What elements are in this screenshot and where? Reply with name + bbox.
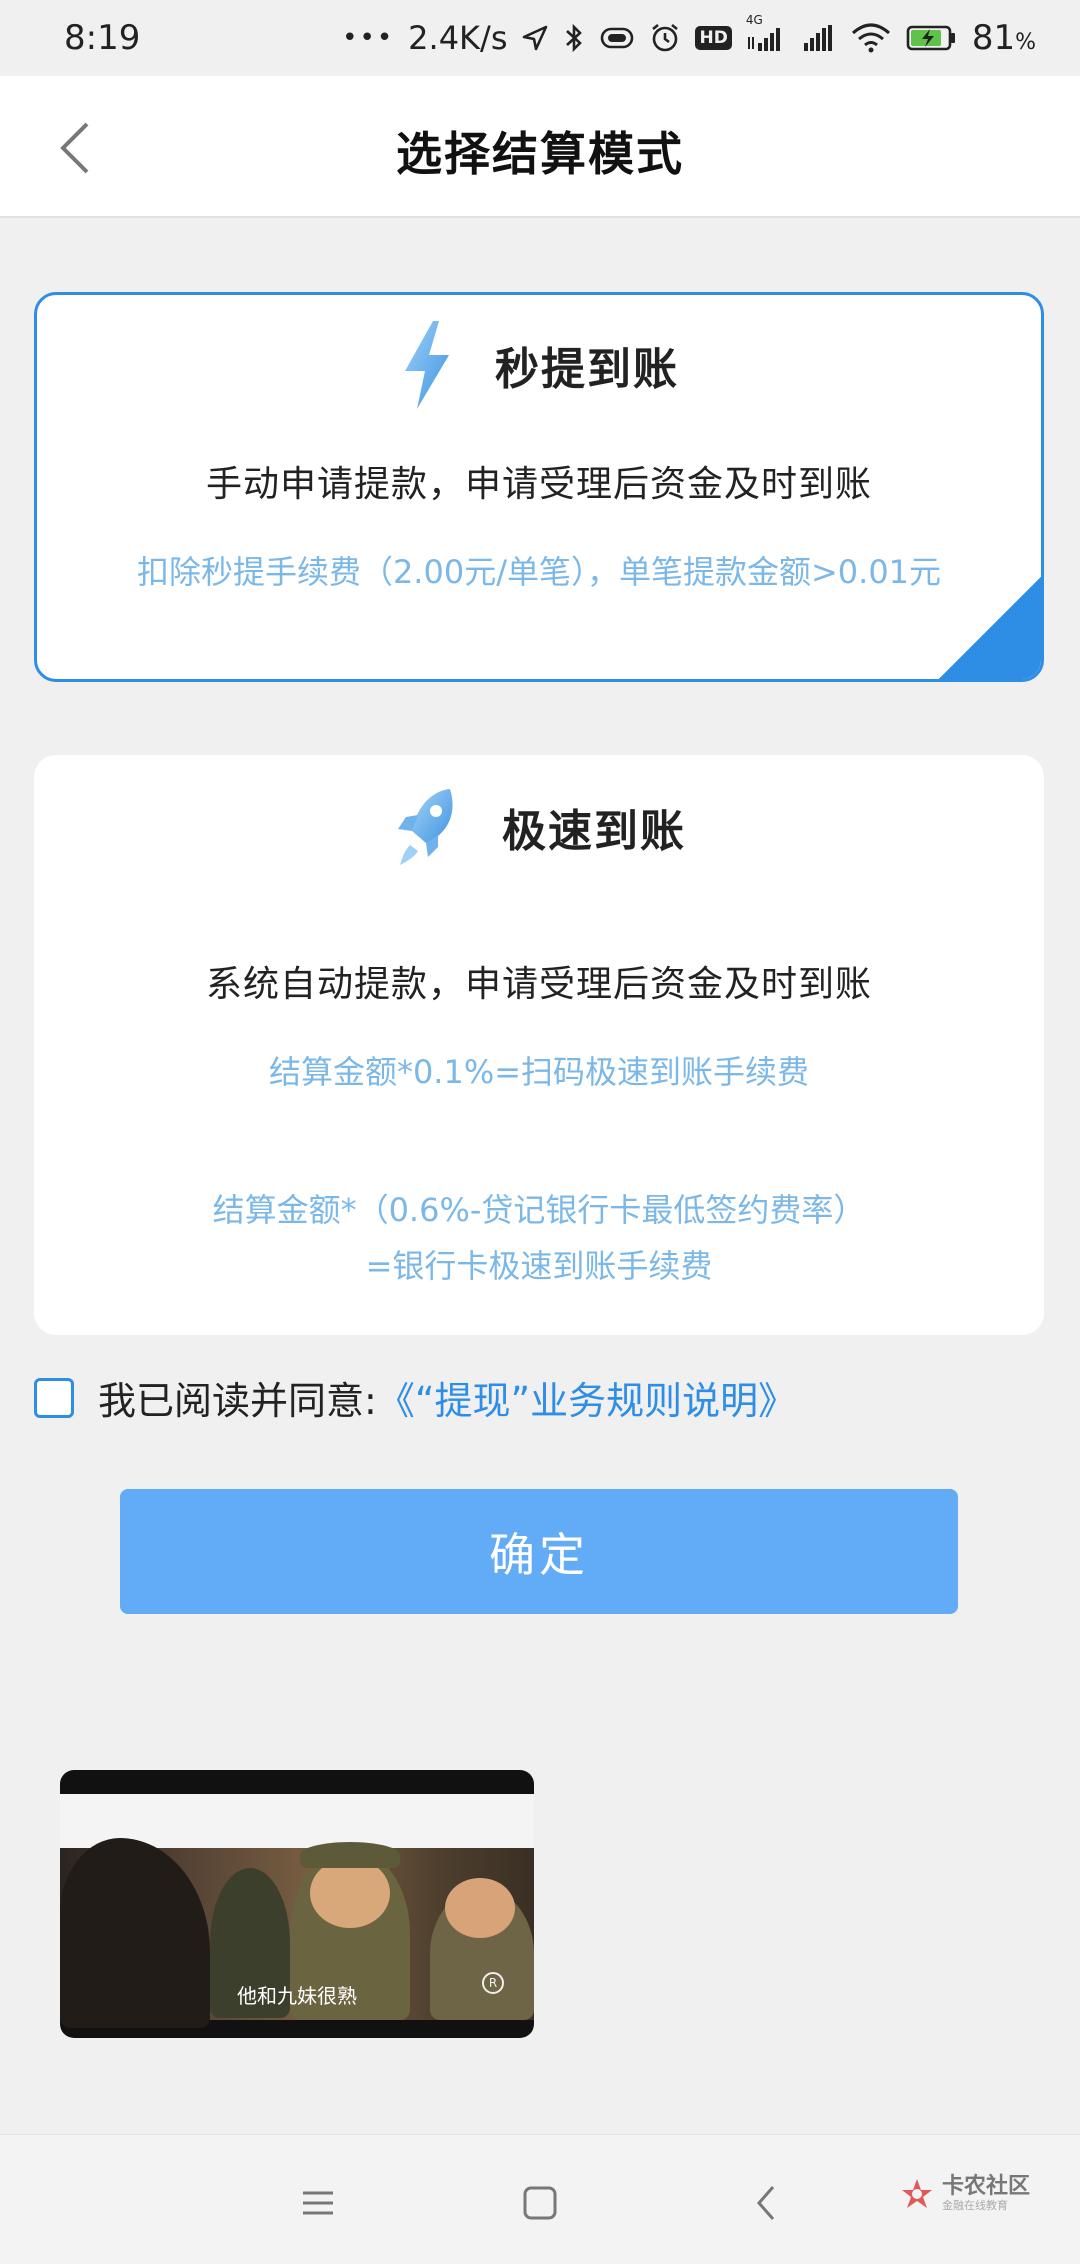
cellular-4g-icon: 4G (746, 13, 786, 53)
floating-video-player[interactable]: 他和九妹很熟 R (60, 1770, 534, 2038)
option-fee-note: 扣除秒提手续费（2.00元/单笔），单笔提款金额>0.01元 (136, 553, 942, 591)
menu-icon (303, 2191, 333, 2215)
battery-unit: % (1015, 30, 1036, 55)
status-bar: 8:19 ••• 2.4K/s HD 4G 81% (0, 0, 1080, 76)
brand-text: 卡农社区 金融在线教育 (942, 2175, 1030, 2213)
lightning-icon (405, 321, 449, 409)
brand-tagline: 金融在线教育 (942, 2199, 1008, 2212)
battery-level: 81% (972, 18, 1036, 58)
option-fee-note-scan: 结算金额*0.1%=扫码极速到账手续费 (268, 1053, 810, 1091)
registered-mark: R (482, 1972, 504, 1994)
option-title: 极速到账 (502, 806, 686, 857)
battery-charging-icon (906, 23, 958, 53)
brand-logo-icon (902, 2179, 932, 2208)
app-header: 选择结算模式 (0, 76, 1080, 218)
bluetooth-icon (563, 22, 585, 54)
option-fee-note-card-result: =银行卡极速到账手续费 (365, 1247, 713, 1285)
wifi-icon (850, 23, 892, 53)
nav-back-button[interactable] (736, 2173, 796, 2233)
battery-percent: 81 (971, 18, 1016, 58)
agreement-text: 我已阅读并同意: (98, 1379, 377, 1423)
rocket-icon (398, 789, 453, 865)
agreement-rules-link[interactable]: 《“提现”业务规则说明》 (377, 1370, 796, 1425)
option-card-header: 极速到账 (34, 785, 1044, 869)
status-time: 8:19 (64, 18, 141, 58)
page-title: 选择结算模式 (396, 127, 684, 181)
back-triangle-icon (757, 2186, 775, 2220)
option-card-instant-withdraw[interactable]: 秒提到账 手动申请提款，申请受理后资金及时到账 扣除秒提手续费（2.00元/单笔… (34, 292, 1044, 682)
nav-menu-button[interactable] (288, 2173, 348, 2233)
network-speed: 2.4K/s (408, 19, 508, 57)
confirm-button[interactable]: 确定 (120, 1489, 958, 1614)
alarm-icon (649, 22, 681, 54)
hd-icon: HD (695, 26, 732, 50)
option-card-fast-withdraw[interactable]: 极速到账 系统自动提款，申请受理后资金及时到账 结算金额*0.1%=扫码极速到账… (34, 755, 1044, 1335)
signal-icon (800, 23, 836, 53)
option-fee-note-card: 结算金额*（0.6%-贷记银行卡最低签约费率） (212, 1191, 866, 1229)
agreement-row: 我已阅读并同意: 《“提现”业务规则说明》 (34, 1370, 796, 1425)
signal-type-label: 4G (745, 13, 763, 27)
brand-watermark: 卡农社区 金融在线教育 (900, 2175, 1030, 2213)
location-arrow-icon (521, 24, 549, 52)
square-home-icon (523, 2186, 557, 2220)
option-card-header: 秒提到账 (37, 319, 1041, 411)
dots-icon: ••• (342, 23, 395, 53)
agreement-checkbox[interactable] (34, 1377, 74, 1418)
nav-home-button[interactable] (510, 2173, 570, 2233)
brand-name: 卡农社区 (942, 2174, 1031, 2199)
option-title: 秒提到账 (495, 344, 679, 395)
system-nav-bar: 卡农社区 金融在线教育 (0, 2134, 1080, 2264)
option-description: 手动申请提款，申请受理后资金及时到账 (205, 464, 872, 505)
video-subtitle: 他和九妹很熟 (237, 1984, 357, 2008)
status-icons: ••• 2.4K/s HD 4G 81% (342, 13, 1036, 58)
vibrate-icon (599, 25, 635, 51)
option-description: 系统自动提款，申请受理后资金及时到账 (205, 964, 872, 1005)
selected-corner-indicator (936, 574, 1041, 679)
